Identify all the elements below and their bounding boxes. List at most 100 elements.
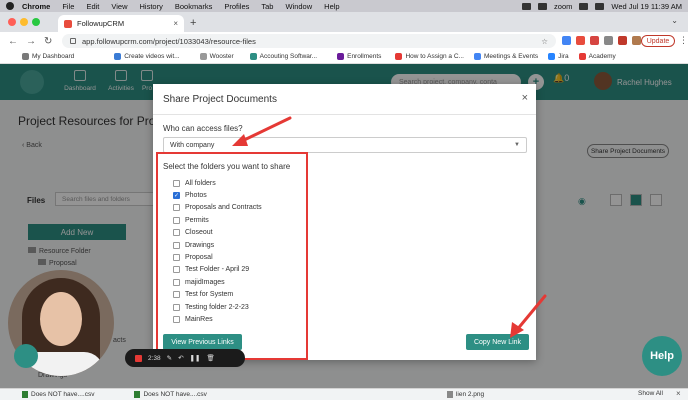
folder-checkbox-item[interactable]: majidImages: [173, 276, 262, 288]
folder-checkbox[interactable]: [173, 241, 180, 249]
folder-checkbox-item[interactable]: Test Folder - April 29: [173, 264, 262, 276]
download-item[interactable]: Does NOT have....csv: [22, 391, 94, 398]
bookmark-item[interactable]: Create videos wit...: [114, 53, 180, 60]
profile-icon[interactable]: [632, 36, 641, 45]
menu-view[interactable]: View: [111, 2, 127, 11]
zoom-label[interactable]: zoom: [554, 2, 572, 11]
menu-history[interactable]: History: [140, 2, 163, 11]
extension-icon[interactable]: [618, 36, 627, 45]
folders-question: Select the folders you want to share: [163, 162, 291, 171]
favicon-icon: [64, 19, 72, 28]
folder-checkbox-item[interactable]: Proposal: [173, 251, 262, 263]
bookmark-label: Meetings & Events: [483, 53, 539, 60]
minimize-window-button[interactable]: [20, 18, 28, 26]
draw-icon[interactable]: ✎: [167, 354, 172, 362]
folder-checkbox[interactable]: ✓: [173, 192, 180, 200]
tab-strip: FollowupCRM × + ⌄: [0, 12, 688, 32]
record-icon[interactable]: [135, 354, 142, 362]
recorder-toolbar: 2:38 ✎ ↶ ❚❚ 🗑: [125, 349, 245, 367]
folder-checkbox-item[interactable]: All folders: [173, 177, 262, 189]
bookmark-item[interactable]: My Dashboard: [22, 53, 74, 60]
bookmark-item[interactable]: Accouting Softwar...: [249, 53, 317, 60]
menu-profiles[interactable]: Profiles: [224, 2, 249, 11]
bookmark-item[interactable]: How to Assign a C...: [395, 53, 464, 60]
extension-icon[interactable]: [590, 36, 599, 45]
folder-checkbox[interactable]: [173, 229, 180, 237]
browser-tab[interactable]: FollowupCRM ×: [58, 15, 184, 32]
update-button[interactable]: Update: [641, 35, 675, 47]
download-item[interactable]: Does NOT have....csv: [134, 391, 207, 398]
download-item[interactable]: lien 2.png: [446, 391, 484, 398]
menu-chrome[interactable]: Chrome: [22, 2, 50, 11]
image-file-icon: [446, 391, 453, 398]
menu-edit[interactable]: Edit: [86, 2, 99, 11]
recording-time: 2:38: [148, 354, 161, 362]
lock-icon: [70, 38, 76, 44]
bookmark-icon: [473, 53, 481, 60]
more-menu-icon[interactable]: ⋮: [679, 35, 688, 46]
access-select[interactable]: With company ▼: [163, 137, 527, 153]
folder-checkbox-item[interactable]: Testing folder 2-2-23: [173, 301, 262, 313]
clock[interactable]: Wed Jul 19 11:39 AM: [611, 2, 682, 11]
status-icon[interactable]: [538, 2, 548, 10]
maximize-window-button[interactable]: [32, 18, 40, 26]
folder-checkbox-item[interactable]: ✓ Photos: [173, 189, 262, 201]
folder-checkbox[interactable]: [173, 278, 180, 286]
download-label: Does NOT have....csv: [143, 391, 207, 398]
bookmark-item[interactable]: Wooster: [199, 53, 234, 60]
menu-tab[interactable]: Tab: [261, 2, 273, 11]
menu-bookmarks[interactable]: Bookmarks: [175, 2, 213, 11]
folder-checkbox-label: Test Folder - April 29: [185, 266, 250, 274]
folder-checkbox-item[interactable]: Permits: [173, 214, 262, 226]
menu-window[interactable]: Window: [285, 2, 312, 11]
status-icon[interactable]: [522, 2, 532, 10]
extension-icon[interactable]: [576, 36, 585, 45]
folder-checkbox[interactable]: [173, 303, 180, 311]
folder-checkbox[interactable]: [173, 266, 180, 274]
new-tab-icon[interactable]: +: [190, 17, 196, 29]
bookmark-icon: [249, 53, 257, 60]
extension-icon[interactable]: [562, 36, 571, 45]
folder-checkbox-item[interactable]: MainRes: [173, 313, 262, 325]
tab-search-chevron-icon[interactable]: ⌄: [671, 16, 678, 25]
chat-icon[interactable]: [14, 344, 38, 368]
url-bar[interactable]: app.followupcrm.com/project/1033043/reso…: [62, 34, 556, 48]
folder-checkbox[interactable]: [173, 216, 180, 224]
help-button[interactable]: Help: [642, 336, 682, 376]
bookmark-item[interactable]: Jira: [548, 53, 569, 60]
menu-file[interactable]: File: [62, 2, 74, 11]
folder-checkbox[interactable]: [173, 179, 180, 187]
folder-checkbox[interactable]: [173, 254, 180, 262]
delete-icon[interactable]: 🗑: [206, 354, 214, 362]
folder-checkbox-item[interactable]: Proposals and Contracts: [173, 202, 262, 214]
close-window-button[interactable]: [8, 18, 16, 26]
back-arrow-icon[interactable]: ←: [8, 36, 18, 47]
copy-new-link-button[interactable]: Copy New Link: [466, 334, 529, 350]
view-previous-links-button[interactable]: View Previous Links: [163, 334, 242, 350]
bookmark-item[interactable]: Enrollments: [337, 53, 381, 60]
close-icon[interactable]: ×: [522, 92, 528, 104]
folder-checkbox[interactable]: [173, 291, 180, 299]
pause-icon[interactable]: ❚❚: [190, 354, 201, 362]
wifi-icon[interactable]: [579, 2, 589, 10]
bookmark-item[interactable]: Meetings & Events: [473, 53, 539, 60]
close-icon[interactable]: ×: [676, 389, 681, 398]
folder-checkbox-item[interactable]: Closeout: [173, 227, 262, 239]
bookmark-item[interactable]: Academy: [578, 53, 616, 60]
apple-icon[interactable]: [6, 2, 14, 10]
extension-icon[interactable]: [604, 36, 613, 45]
undo-icon[interactable]: ↶: [178, 354, 183, 362]
bookmark-icon: [22, 53, 29, 60]
show-all-downloads-link[interactable]: Show All: [638, 390, 663, 397]
folder-checkbox-item[interactable]: Test for System: [173, 289, 262, 301]
close-tab-icon[interactable]: ×: [173, 19, 178, 28]
folder-checkbox[interactable]: [173, 315, 180, 323]
reload-icon[interactable]: ↻: [44, 36, 52, 47]
star-icon[interactable]: ☆: [541, 37, 548, 46]
battery-icon[interactable]: [595, 2, 605, 10]
folder-checkbox[interactable]: [173, 204, 180, 212]
forward-arrow-icon[interactable]: →: [26, 36, 36, 47]
bookmark-label: Wooster: [209, 53, 234, 60]
menu-help[interactable]: Help: [324, 2, 339, 11]
folder-checkbox-item[interactable]: Drawings: [173, 239, 262, 251]
